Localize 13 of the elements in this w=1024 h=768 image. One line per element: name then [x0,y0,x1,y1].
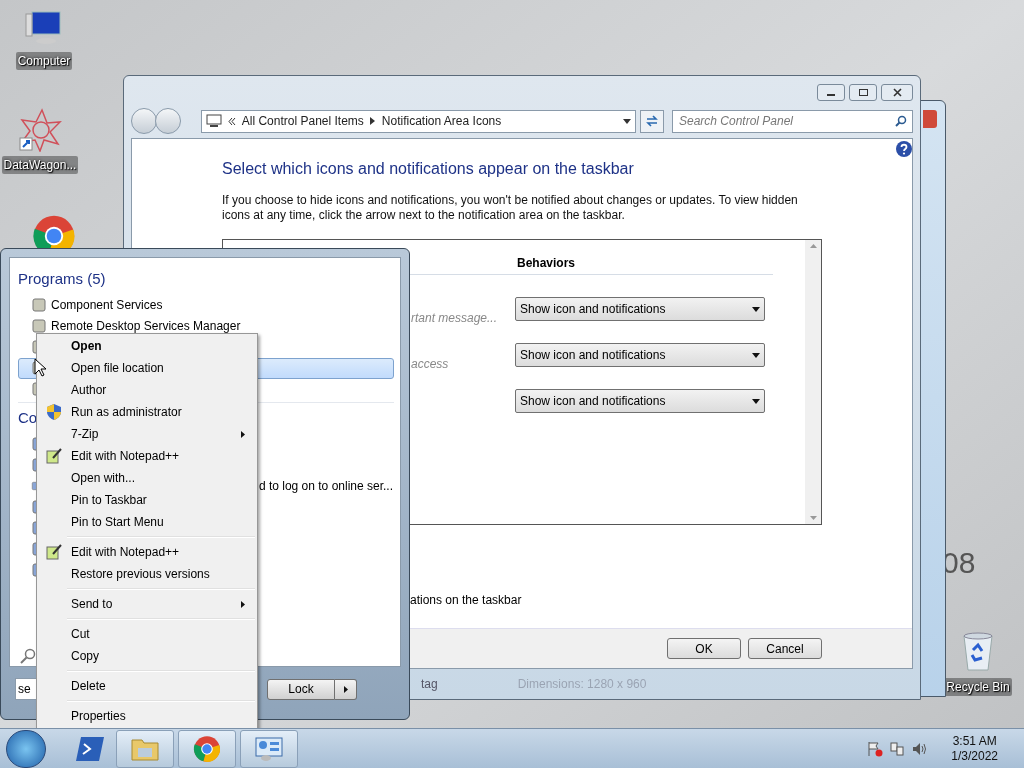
section-heading: Programs (5) [18,269,106,289]
page-heading: Select which icons and notifications appear on the taskbar [222,159,635,179]
section-heading: Co [18,407,38,428]
desktop-icon-label: Computer [15,52,73,70]
icon-description: rtant message... [411,310,498,327]
desktop-icon-label: DataWagon... [1,156,79,174]
background-window-text: tag [421,676,438,693]
checkbox-label: ations on the taskbar [410,592,523,609]
program-label: Component Services [51,297,163,314]
program-label: Remote Desktop Services Manager [51,318,241,335]
description-text: If you choose to hide icons and notifications, you won't be notified about changes or updates. To view hidden icons at any time, click the arrow next to the notification area on the taskbar. [222,193,799,223]
program-label: d to log on to online ser... [258,477,393,495]
icon-description: access [411,356,449,373]
